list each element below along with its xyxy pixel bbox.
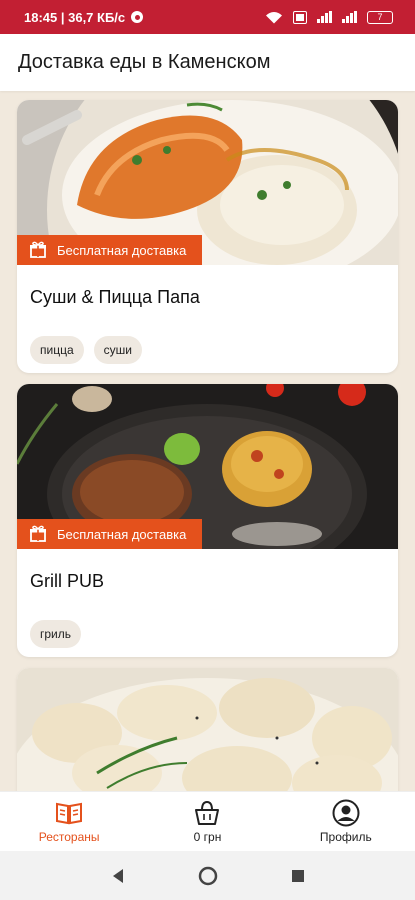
book-icon: [56, 802, 83, 825]
bottom-navigation: Рестораны 0 грн Профиль: [0, 791, 415, 851]
status-time-speed: 18:45 | 36,7 КБ/с: [24, 9, 126, 25]
settings-icon: [131, 11, 144, 23]
cuisine-tag: суши: [93, 336, 142, 364]
restaurant-image[interactable]: [17, 668, 398, 791]
recents-square-icon: [291, 869, 304, 882]
nav-cart[interactable]: 0 грн: [147, 799, 267, 844]
restaurant-image[interactable]: Бесплатная доставка: [17, 384, 398, 549]
wifi-icon: [266, 11, 282, 23]
cuisine-tag: пицца: [30, 336, 84, 364]
restaurant-card[interactable]: [17, 668, 398, 791]
home-button[interactable]: [198, 866, 218, 886]
cuisine-tag: гриль: [30, 620, 82, 648]
restaurant-card[interactable]: Бесплатная доставка Grill PUB гриль: [17, 384, 398, 657]
back-triangle-icon: [112, 868, 123, 883]
gift-icon: [30, 241, 46, 258]
basket-icon: [195, 800, 220, 825]
page-title: Доставка еды в Каменском: [18, 51, 271, 73]
status-left: 18:45 | 36,7 КБ/с: [24, 9, 144, 25]
app-bar: Доставка еды в Каменском: [0, 34, 415, 91]
gift-icon: [30, 525, 46, 542]
dumplings-dish-icon: [17, 668, 398, 791]
nav-restaurants-label: Рестораны: [38, 830, 100, 844]
restaurant-name[interactable]: Суши & Пицца Папа: [17, 265, 398, 321]
volte-icon: [293, 10, 307, 24]
restaurant-card[interactable]: Бесплатная доставка Суши & Пицца Папа пи…: [17, 100, 398, 373]
tag-list: пицца суши: [17, 321, 398, 364]
signal-icon-2: [342, 11, 357, 23]
nav-profile[interactable]: Профиль: [286, 799, 406, 844]
nav-profile-label: Профиль: [319, 830, 372, 844]
recents-button[interactable]: [288, 866, 308, 886]
promo-text: Бесплатная доставка: [57, 526, 187, 542]
back-button[interactable]: [108, 866, 128, 886]
system-navigation-bar: [0, 851, 415, 900]
signal-icon: [317, 11, 332, 23]
profile-icon: [332, 799, 360, 827]
nav-cart-label: 0 грн: [193, 830, 222, 844]
nav-restaurants[interactable]: Рестораны: [9, 799, 129, 844]
restaurant-name[interactable]: Grill PUB: [17, 549, 398, 605]
restaurant-image[interactable]: Бесплатная доставка: [17, 100, 398, 265]
home-circle-icon: [198, 866, 217, 885]
status-bar: 18:45 | 36,7 КБ/с 7: [0, 0, 415, 34]
promo-text: Бесплатная доставка: [57, 242, 187, 258]
promo-badge: Бесплатная доставка: [17, 519, 203, 549]
restaurant-list[interactable]: Бесплатная доставка Суши & Пицца Папа пи…: [0, 91, 415, 791]
battery-icon: 7: [367, 10, 393, 24]
status-right: 7: [265, 10, 393, 24]
promo-badge: Бесплатная доставка: [17, 235, 203, 265]
tag-list: гриль: [17, 605, 398, 648]
